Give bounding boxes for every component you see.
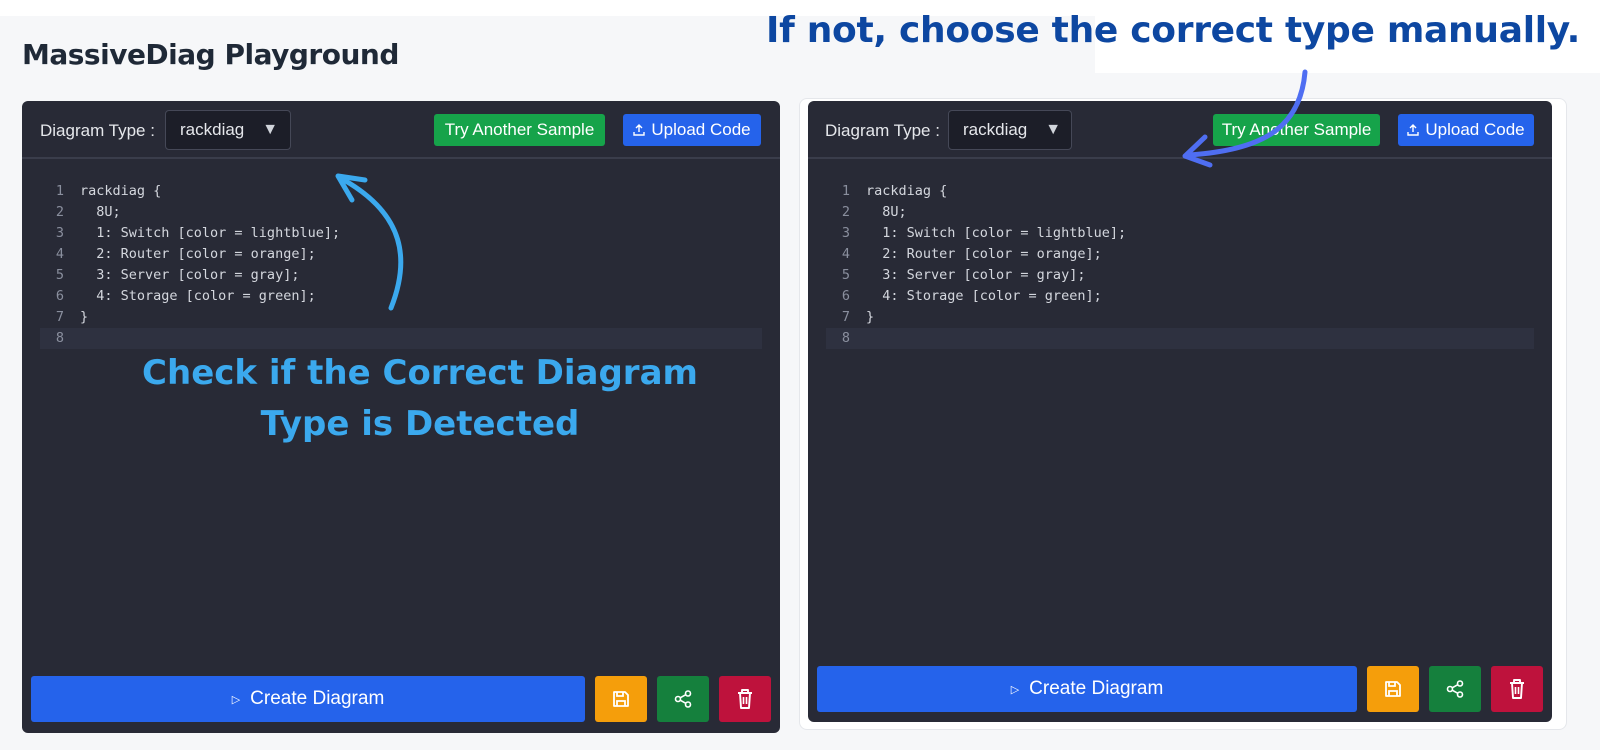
left-annotation-arrow	[335, 173, 404, 311]
top-annotation-arrow	[1182, 69, 1308, 168]
annotation-arrows	[335, 69, 1308, 311]
